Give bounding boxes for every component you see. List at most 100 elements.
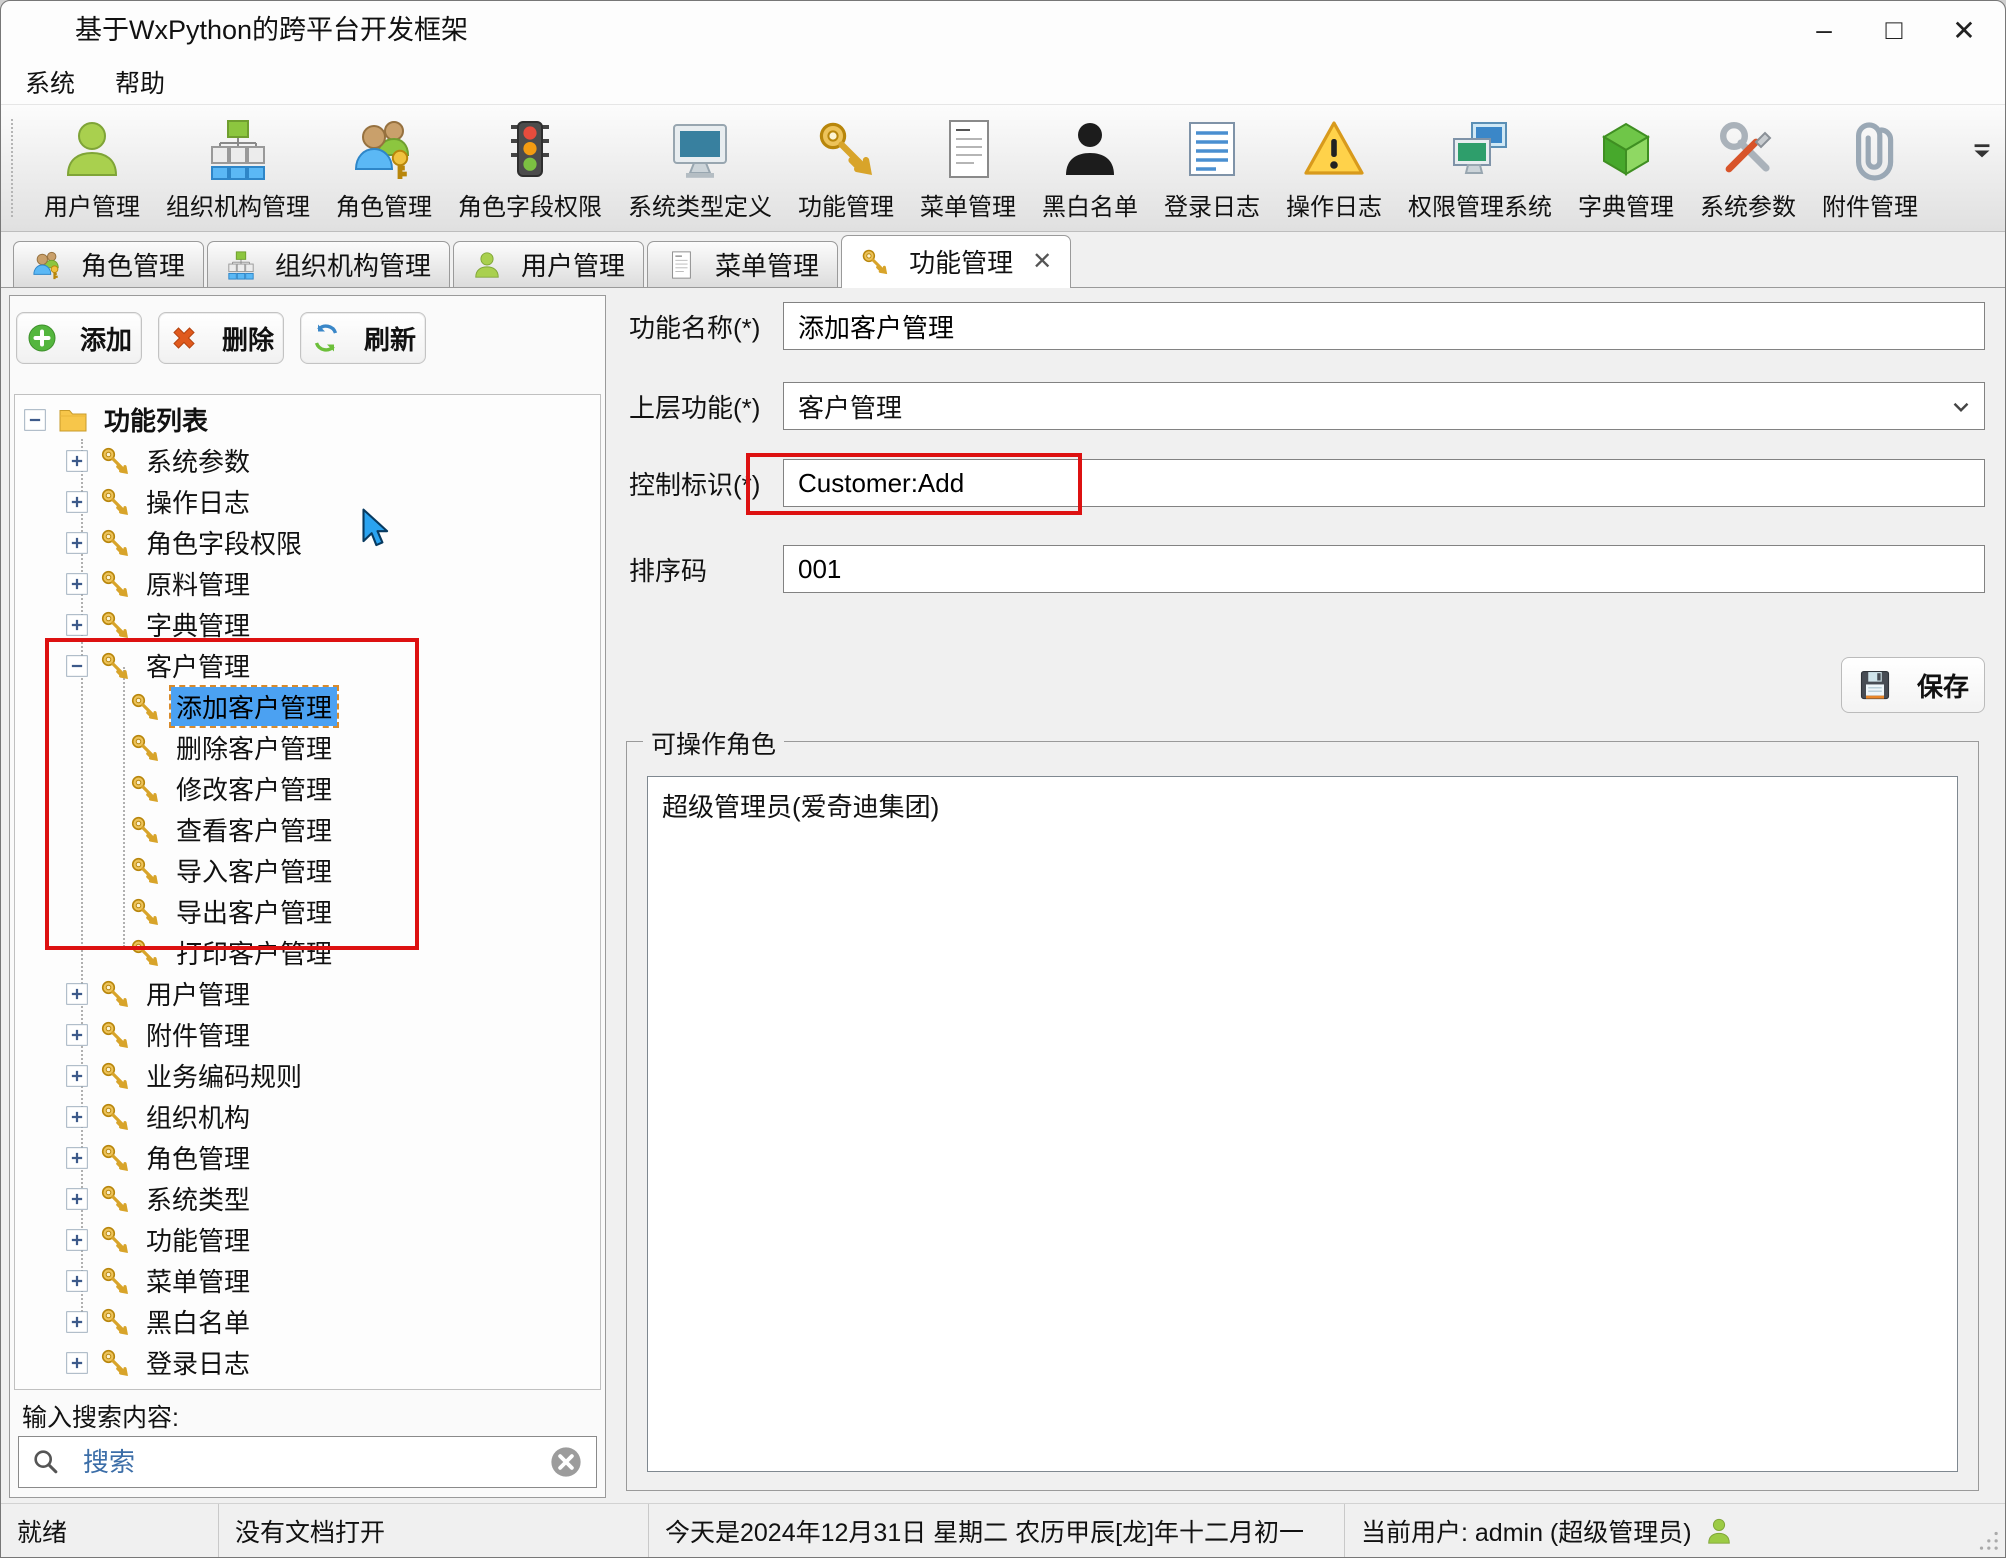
- expand-plus-icon[interactable]: [65, 1228, 89, 1252]
- tree-item[interactable]: 查看客户管理: [15, 809, 600, 850]
- tree-item[interactable]: 打印客户管理: [15, 932, 600, 973]
- clear-search-icon[interactable]: [548, 1444, 584, 1480]
- tree-toolbar-button[interactable]: 添加: [16, 312, 142, 364]
- black-user-icon: [1058, 115, 1122, 181]
- tab[interactable]: 角色管理: [13, 241, 204, 287]
- expand-plus-icon[interactable]: [65, 1105, 89, 1129]
- tree-item[interactable]: 功能列表: [15, 399, 600, 440]
- monitor-icon: [668, 115, 732, 181]
- tree-item[interactable]: 登录日志: [15, 1342, 600, 1383]
- expand-plus-icon[interactable]: [65, 490, 89, 514]
- tree-item-label: 菜单管理: [141, 1261, 255, 1300]
- expand-plus-icon[interactable]: [65, 1187, 89, 1211]
- key-icon: [129, 855, 161, 887]
- tree-item[interactable]: 添加客户管理: [15, 686, 600, 727]
- toolbar-button[interactable]: 系统类型定义: [615, 109, 785, 227]
- control-id-input[interactable]: [783, 459, 1985, 507]
- toolbar-button-label: 组织机构管理: [166, 187, 310, 222]
- toolbar-overflow-icon[interactable]: [1965, 134, 1999, 168]
- expand-plus-icon[interactable]: [65, 1146, 89, 1170]
- tree-item[interactable]: 组织机构: [15, 1096, 600, 1137]
- tab[interactable]: 组织机构管理: [207, 241, 450, 287]
- tree-item-label: 查看客户管理: [171, 810, 337, 849]
- tab-label: 组织机构管理: [275, 246, 431, 283]
- role-list-item[interactable]: 超级管理员(爱奇迪集团): [648, 777, 1957, 834]
- save-button[interactable]: 保存: [1841, 657, 1985, 713]
- expand-plus-icon[interactable]: [65, 1023, 89, 1047]
- minimize-button[interactable]: –: [1789, 1, 1859, 59]
- toolbar-button[interactable]: 黑白名单: [1029, 109, 1151, 227]
- tree-item[interactable]: 菜单管理: [15, 1260, 600, 1301]
- user-status-icon: [1704, 1516, 1734, 1546]
- expand-plus-icon[interactable]: [65, 613, 89, 637]
- tree-item[interactable]: 字典管理: [15, 604, 600, 645]
- field-label-function-name: 功能名称(*): [621, 308, 783, 345]
- tree-item[interactable]: 业务编码规则: [15, 1055, 600, 1096]
- tree-item[interactable]: 系统参数: [15, 440, 600, 481]
- tree-item[interactable]: 角色管理: [15, 1137, 600, 1178]
- tree-item[interactable]: 角色字段权限: [15, 522, 600, 563]
- expand-plus-icon[interactable]: [65, 982, 89, 1006]
- tree-toolbar-button[interactable]: 刷新: [300, 312, 426, 364]
- tree-item[interactable]: 黑白名单: [15, 1301, 600, 1342]
- maximize-button[interactable]: □: [1859, 1, 1929, 59]
- toolbar-button[interactable]: 操作日志: [1273, 109, 1395, 227]
- menu-item-system[interactable]: 系统: [5, 59, 95, 104]
- parent-function-combobox[interactable]: 客户管理: [783, 382, 1985, 430]
- toolbar-button[interactable]: 用户管理: [31, 109, 153, 227]
- key-icon: [99, 1101, 131, 1133]
- expand-plus-icon[interactable]: [65, 449, 89, 473]
- tree-item-label: 功能管理: [141, 1220, 255, 1259]
- expand-plus-icon[interactable]: [65, 1064, 89, 1088]
- roles-list[interactable]: 超级管理员(爱奇迪集团): [647, 776, 1958, 1472]
- toolbar-button[interactable]: 登录日志: [1151, 109, 1273, 227]
- tree-item[interactable]: 系统类型: [15, 1178, 600, 1219]
- tab[interactable]: 用户管理: [453, 241, 644, 287]
- search-box: [18, 1436, 597, 1488]
- key-icon: [99, 1183, 131, 1215]
- tree-item[interactable]: 用户管理: [15, 973, 600, 1014]
- expand-plus-icon[interactable]: [65, 1310, 89, 1334]
- menu-item-help[interactable]: 帮助: [95, 59, 185, 104]
- tab[interactable]: 功能管理✕: [841, 235, 1071, 288]
- close-button[interactable]: ✕: [1929, 1, 1999, 59]
- login-log-icon: [1180, 115, 1244, 181]
- tree-toolbar-button[interactable]: 删除: [158, 312, 284, 364]
- sort-code-input[interactable]: [783, 545, 1985, 593]
- key-icon: [129, 691, 161, 723]
- search-input[interactable]: [81, 1446, 538, 1479]
- chevron-down-icon[interactable]: [1948, 394, 1974, 420]
- document-icon: [936, 115, 1000, 181]
- tree-item[interactable]: 操作日志: [15, 481, 600, 522]
- app-logo-icon: [25, 12, 63, 50]
- tree-item[interactable]: 原料管理: [15, 563, 600, 604]
- tab-close-icon[interactable]: ✕: [1032, 247, 1052, 276]
- expand-plus-icon[interactable]: [65, 572, 89, 596]
- tab[interactable]: 菜单管理: [647, 241, 838, 287]
- tree-item[interactable]: 功能管理: [15, 1219, 600, 1260]
- tree-item[interactable]: 修改客户管理: [15, 768, 600, 809]
- tree-item[interactable]: 导入客户管理: [15, 850, 600, 891]
- expand-plus-icon[interactable]: [65, 1269, 89, 1293]
- tree-item[interactable]: 导出客户管理: [15, 891, 600, 932]
- toolbar-button[interactable]: 字典管理: [1565, 109, 1687, 227]
- toolbar-button[interactable]: 权限管理系统: [1395, 109, 1565, 227]
- function-name-input[interactable]: [783, 302, 1985, 350]
- toolbar-button[interactable]: 角色管理: [323, 109, 445, 227]
- toolbar-button-label: 角色字段权限: [458, 187, 602, 222]
- expand-plus-icon[interactable]: [65, 531, 89, 555]
- tree-item[interactable]: 客户管理: [15, 645, 600, 686]
- collapse-minus-icon[interactable]: [23, 408, 47, 432]
- toolbar-button[interactable]: 菜单管理: [907, 109, 1029, 227]
- collapse-minus-icon[interactable]: [65, 654, 89, 678]
- toolbar-button[interactable]: 附件管理: [1809, 109, 1931, 227]
- resize-grip[interactable]: [1975, 1527, 2001, 1553]
- toolbar-button[interactable]: 系统参数: [1687, 109, 1809, 227]
- expand-plus-icon[interactable]: [65, 1351, 89, 1375]
- toolbar-button[interactable]: 组织机构管理: [153, 109, 323, 227]
- toolbar-button[interactable]: 功能管理: [785, 109, 907, 227]
- tree-item[interactable]: 附件管理: [15, 1014, 600, 1055]
- toolbar-button[interactable]: 角色字段权限: [445, 109, 615, 227]
- group-title: 可操作角色: [643, 725, 784, 761]
- tree-item[interactable]: 删除客户管理: [15, 727, 600, 768]
